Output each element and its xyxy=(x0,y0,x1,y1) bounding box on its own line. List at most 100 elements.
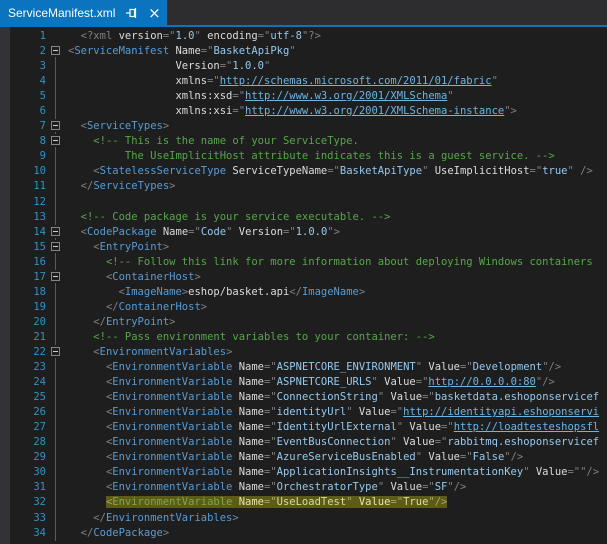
code-text[interactable]: <ImageName>eshop/basket.api</ImageName> xyxy=(68,285,607,300)
code-text[interactable]: </ContainerHost> xyxy=(68,300,607,315)
code-line-4[interactable]: 4 xmlns="http://schemas.microsoft.com/20… xyxy=(0,74,607,89)
code-line-23[interactable]: 23 <EnvironmentVariable Name="ASPNETCORE… xyxy=(0,360,607,375)
code-text[interactable]: </EntryPoint> xyxy=(68,315,607,330)
code-text[interactable]: <EnvironmentVariable Name="identityUrl" … xyxy=(68,405,607,420)
fold-minus-icon[interactable] xyxy=(51,227,60,236)
code-text[interactable]: <EnvironmentVariable Name="ConnectionStr… xyxy=(68,390,607,405)
fold-minus-icon[interactable] xyxy=(51,272,60,281)
code-line-26[interactable]: 26 <EnvironmentVariable Name="identityUr… xyxy=(0,405,607,420)
code-text[interactable]: <CodePackage Name="Code" Version="1.0.0"… xyxy=(68,225,607,240)
token-a: Name xyxy=(232,496,264,508)
code-text[interactable]: <!-- Code package is your service execut… xyxy=(68,210,607,225)
fold-collapse-button[interactable] xyxy=(46,225,68,240)
code-line-11[interactable]: 11 </ServiceTypes> xyxy=(0,179,607,194)
code-line-9[interactable]: 9 The UseImplicitHost attribute indicate… xyxy=(0,149,607,164)
fold-collapse-button[interactable] xyxy=(46,240,68,255)
fold-minus-icon[interactable] xyxy=(51,347,60,356)
code-line-34[interactable]: 34 </CodePackage> xyxy=(0,526,607,541)
code-text[interactable]: <?xml version="1.0" encoding="utf-8"?> xyxy=(68,29,607,44)
code-line-20[interactable]: 20 </EntryPoint> xyxy=(0,315,607,330)
line-number: 3 xyxy=(0,59,46,74)
tab-servicemanifest[interactable]: ServiceManifest.xml × xyxy=(0,0,167,25)
fold-collapse-button[interactable] xyxy=(46,134,68,149)
code-text[interactable]: <EntryPoint> xyxy=(68,240,607,255)
code-text[interactable]: <EnvironmentVariable Name="OrchestratorT… xyxy=(68,480,607,495)
code-text[interactable]: </CodePackage> xyxy=(68,526,607,541)
code-text[interactable]: <EnvironmentVariable Name="AzureServiceB… xyxy=(68,450,607,465)
code-text[interactable]: Version="1.0.0" xyxy=(68,59,607,74)
token-a: Name xyxy=(239,376,264,388)
token-l: http://loadtesteshopsfl xyxy=(454,421,599,433)
code-line-19[interactable]: 19 </ContainerHost> xyxy=(0,300,607,315)
pin-icon[interactable] xyxy=(125,6,139,20)
code-text[interactable]: <EnvironmentVariables> xyxy=(68,345,607,360)
code-line-17[interactable]: 17 <ContainerHost> xyxy=(0,270,607,285)
code-line-10[interactable]: 10 <StatelessServiceType ServiceTypeName… xyxy=(0,164,607,179)
fold-collapse-button[interactable] xyxy=(46,270,68,285)
code-text[interactable]: <ServiceTypes> xyxy=(68,119,607,134)
token-s xyxy=(68,271,106,283)
code-line-22[interactable]: 22 <EnvironmentVariables> xyxy=(0,345,607,360)
token-d: > xyxy=(201,301,207,313)
fold-collapse-button[interactable] xyxy=(46,119,68,134)
code-line-16[interactable]: 16 <!-- Follow this link for more inform… xyxy=(0,255,607,270)
token-t: CodePackage xyxy=(93,527,163,539)
fold-collapse-button[interactable] xyxy=(46,345,68,360)
code-text[interactable]: <EnvironmentVariable Name="IdentityUrlEx… xyxy=(68,420,607,435)
code-line-7[interactable]: 7 <ServiceTypes> xyxy=(0,119,607,134)
code-line-13[interactable]: 13 <!-- Code package is your service exe… xyxy=(0,210,607,225)
code-text[interactable] xyxy=(68,195,607,210)
code-line-3[interactable]: 3 Version="1.0.0" xyxy=(0,59,607,74)
code-text[interactable]: <!-- Follow this link for more informati… xyxy=(68,255,607,270)
token-d: =" xyxy=(264,451,277,463)
fold-minus-icon[interactable] xyxy=(51,136,60,145)
code-text[interactable]: </ServiceTypes> xyxy=(68,179,607,194)
fold-minus-icon[interactable] xyxy=(51,121,60,130)
token-d: =" xyxy=(264,466,277,478)
code-text[interactable]: <!-- Pass environment variables to your … xyxy=(68,330,607,345)
fold-minus-icon[interactable] xyxy=(51,242,60,251)
code-text[interactable]: <ContainerHost> xyxy=(68,270,607,285)
code-line-30[interactable]: 30 <EnvironmentVariable Name="Applicatio… xyxy=(0,465,607,480)
fold-collapse-button[interactable] xyxy=(46,44,68,59)
code-line-12[interactable]: 12 xyxy=(0,195,607,210)
token-l: http://www.w3.org/2001/XMLSchema xyxy=(245,90,447,102)
code-text[interactable]: <!-- This is the name of your ServiceTyp… xyxy=(68,134,607,149)
code-line-29[interactable]: 29 <EnvironmentVariable Name="AzureServi… xyxy=(0,450,607,465)
code-text[interactable]: xmlns="http://schemas.microsoft.com/2011… xyxy=(68,74,607,89)
code-text[interactable]: The UseImplicitHost attribute indicates … xyxy=(68,149,607,164)
code-text[interactable]: <EnvironmentVariable Name="EventBusConne… xyxy=(68,435,607,450)
code-line-6[interactable]: 6 xmlns:xsi="http://www.w3.org/2001/XMLS… xyxy=(0,104,607,119)
code-line-15[interactable]: 15 <EntryPoint> xyxy=(0,240,607,255)
token-t: ServiceTypes xyxy=(87,120,163,132)
token-s xyxy=(68,120,81,132)
code-line-24[interactable]: 24 <EnvironmentVariable Name="ASPNETCORE… xyxy=(0,375,607,390)
code-text[interactable]: <EnvironmentVariable Name="ASPNETCORE_UR… xyxy=(68,375,607,390)
code-text[interactable]: <ServiceManifest Name="BasketApiPkg" xyxy=(68,44,607,59)
code-line-27[interactable]: 27 <EnvironmentVariable Name="IdentityUr… xyxy=(0,420,607,435)
code-line-8[interactable]: 8 <!-- This is the name of your ServiceT… xyxy=(0,134,607,149)
line-number: 13 xyxy=(0,210,46,225)
token-c: <!-- This is the name of your ServiceTyp… xyxy=(93,135,359,147)
code-text[interactable]: xmlns:xsd="http://www.w3.org/2001/XMLSch… xyxy=(68,89,607,104)
code-text[interactable]: </EnvironmentVariables> xyxy=(68,511,607,526)
code-line-5[interactable]: 5 xmlns:xsd="http://www.w3.org/2001/XMLS… xyxy=(0,89,607,104)
close-icon[interactable]: × xyxy=(147,6,161,20)
code-text[interactable]: <EnvironmentVariable Name="ASPNETCORE_EN… xyxy=(68,360,607,375)
code-line-28[interactable]: 28 <EnvironmentVariable Name="EventBusCo… xyxy=(0,435,607,450)
code-line-25[interactable]: 25 <EnvironmentVariable Name="Connection… xyxy=(0,390,607,405)
code-text[interactable]: <EnvironmentVariable Name="ApplicationIn… xyxy=(68,465,607,480)
code-text[interactable]: xmlns:xsi="http://www.w3.org/2001/XMLSch… xyxy=(68,104,607,119)
code-line-21[interactable]: 21 <!-- Pass environment variables to yo… xyxy=(0,330,607,345)
fold-minus-icon[interactable] xyxy=(51,46,60,55)
code-line-31[interactable]: 31 <EnvironmentVariable Name="Orchestrat… xyxy=(0,480,607,495)
code-line-32[interactable]: 32 <EnvironmentVariable Name="UseLoadTes… xyxy=(0,495,607,510)
code-line-1[interactable]: 1 <?xml version="1.0" encoding="utf-8"?> xyxy=(0,29,607,44)
code-editor[interactable]: 1 <?xml version="1.0" encoding="utf-8"?>… xyxy=(0,27,607,544)
code-line-14[interactable]: 14 <CodePackage Name="Code" Version="1.0… xyxy=(0,225,607,240)
code-text[interactable]: <StatelessServiceType ServiceTypeName="B… xyxy=(68,164,607,179)
code-line-2[interactable]: 2<ServiceManifest Name="BasketApiPkg" xyxy=(0,44,607,59)
code-line-33[interactable]: 33 </EnvironmentVariables> xyxy=(0,511,607,526)
code-text[interactable]: <EnvironmentVariable Name="UseLoadTest" … xyxy=(68,495,607,510)
code-line-18[interactable]: 18 <ImageName>eshop/basket.api</ImageNam… xyxy=(0,285,607,300)
